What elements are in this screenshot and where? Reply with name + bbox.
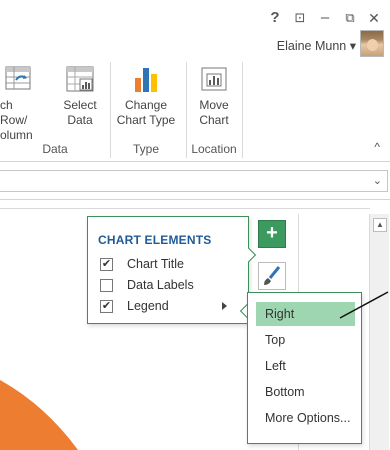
paintbrush-icon: [264, 266, 281, 285]
pie-chart-slice[interactable]: [0, 380, 80, 450]
legend-position-menu: Right Top Left Bottom More Options...: [247, 292, 362, 444]
change-chart-type-label-1: Change: [124, 98, 168, 112]
legend-position-bottom[interactable]: Bottom: [256, 380, 355, 404]
move-chart-label-1: Move: [199, 98, 229, 112]
group-label-location: Location: [191, 142, 237, 156]
select-data-label-2: Data: [67, 113, 93, 127]
ribbon-design-tab: ch Row/ olumn Select Data Change Chart T…: [0, 60, 390, 162]
help-button[interactable]: ?: [265, 8, 285, 28]
ribbon-display-options-button[interactable]: ⊡: [290, 8, 310, 28]
select-data-button[interactable]: Select Data: [58, 60, 102, 128]
move-chart-icon: [201, 67, 227, 91]
legend-checkbox[interactable]: ✔: [100, 300, 113, 313]
move-chart-label-2: Chart: [199, 113, 229, 127]
close-button[interactable]: ✕: [364, 8, 384, 28]
change-chart-type-button[interactable]: Change Chart Type: [112, 60, 180, 128]
legend-position-top[interactable]: Top: [256, 328, 355, 352]
divider: [0, 208, 370, 209]
chart-title-checkbox[interactable]: ✔: [100, 258, 113, 271]
move-chart-button[interactable]: Move Chart: [192, 60, 236, 128]
change-chart-type-icon: [135, 68, 157, 92]
legend-submenu-arrow-icon[interactable]: [222, 302, 227, 310]
legend-label: Legend: [127, 299, 169, 313]
switch-row-column-button[interactable]: ch Row/ olumn: [0, 60, 42, 143]
restore-button[interactable]: ⧉: [340, 8, 360, 28]
legend-position-left[interactable]: Left: [256, 354, 355, 378]
change-chart-type-label-2: Chart Type: [116, 113, 176, 127]
vertical-scrollbar[interactable]: ▲: [369, 214, 389, 450]
user-account-name[interactable]: Elaine Munn ▾: [277, 38, 356, 53]
switch-row-column-label-2: olumn: [0, 128, 33, 142]
data-labels-label: Data Labels: [127, 278, 194, 292]
group-separator: [110, 62, 111, 158]
data-labels-checkbox[interactable]: [100, 279, 113, 292]
select-data-label-1: Select: [63, 98, 97, 112]
scroll-up-arrow-icon[interactable]: ▲: [373, 218, 387, 232]
switch-row-column-icon: [5, 66, 31, 90]
chart-elements-panel: CHART ELEMENTS ✔ Chart Title Data Labels…: [87, 216, 249, 324]
avatar[interactable]: [360, 30, 384, 57]
formula-bar: ⌄: [0, 162, 390, 200]
chart-title-label: Chart Title: [127, 257, 184, 271]
expand-formula-bar-icon[interactable]: ⌄: [373, 174, 382, 187]
title-bar: ? ⊡ – ⧉ ✕ Elaine Munn ▾: [0, 0, 390, 60]
chart-elements-title: CHART ELEMENTS: [98, 233, 212, 247]
legend-position-right[interactable]: Right: [256, 302, 355, 326]
group-label-data: Data: [42, 142, 68, 156]
group-label-type: Type: [132, 142, 159, 156]
collapse-ribbon-button[interactable]: ^: [374, 140, 380, 154]
select-data-icon: [66, 66, 94, 92]
avatar-face: [367, 39, 378, 51]
group-separator: [242, 62, 243, 158]
switch-row-column-label-1: ch Row/: [0, 98, 28, 127]
chart-styles-button[interactable]: [258, 262, 286, 290]
legend-more-options[interactable]: More Options...: [256, 406, 355, 430]
formula-input[interactable]: [0, 170, 388, 192]
chart-elements-plus-button[interactable]: +: [258, 220, 286, 248]
minimize-button[interactable]: –: [315, 8, 335, 28]
